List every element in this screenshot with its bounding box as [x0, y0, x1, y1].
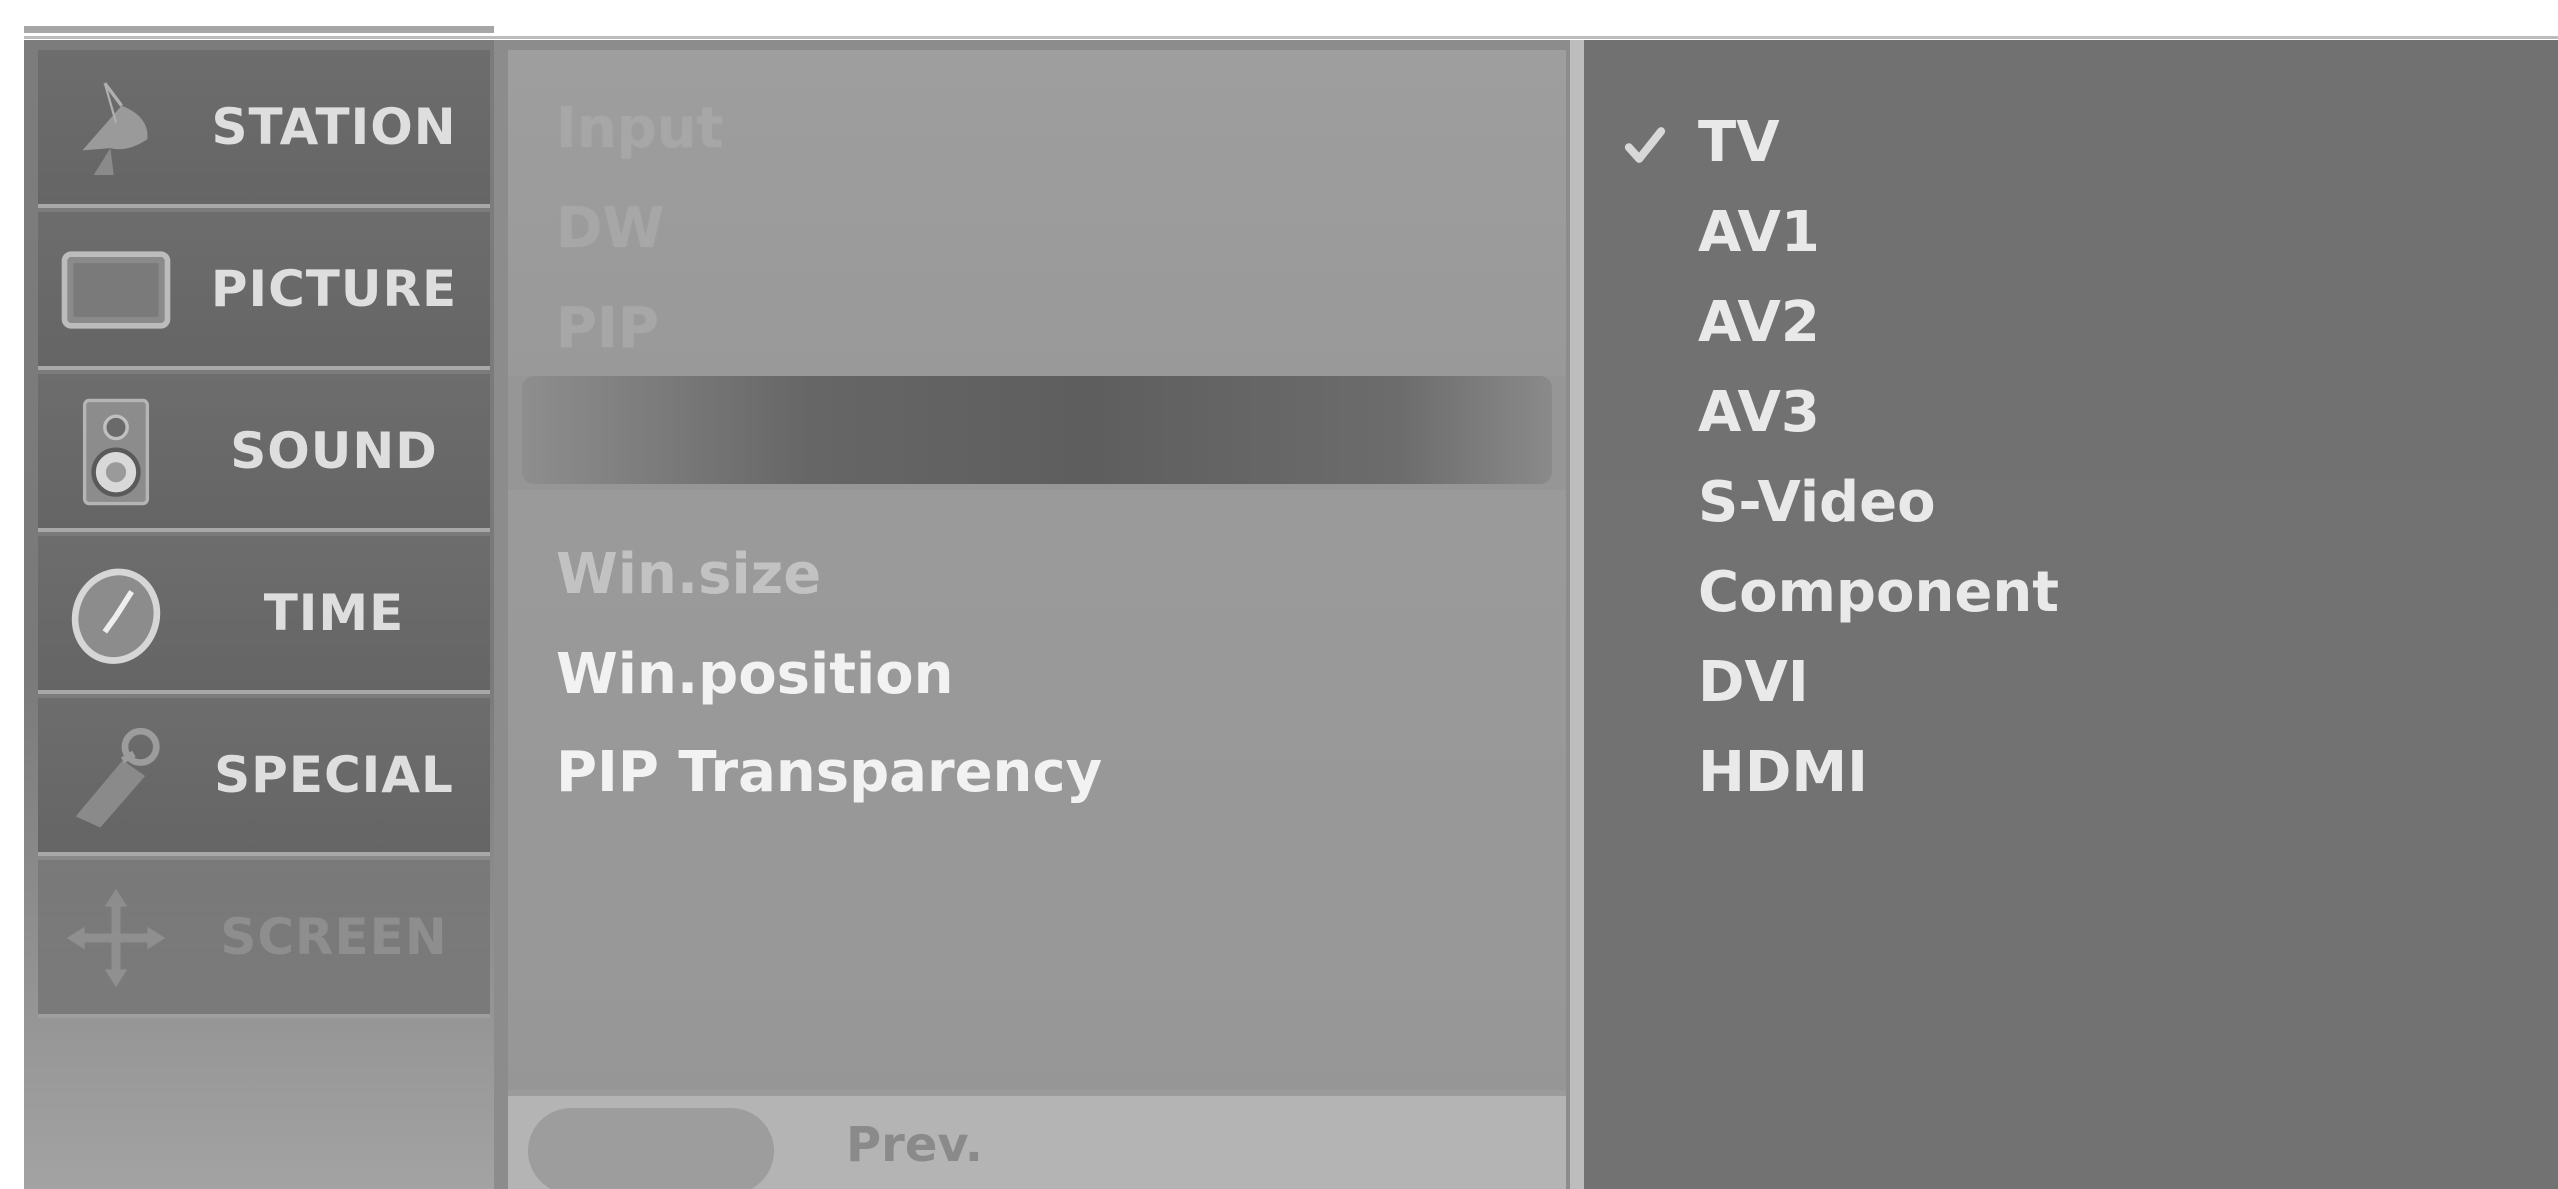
- submenu-panel: Input DW PIP Win.size Win.position PIP T…: [508, 50, 1566, 1189]
- category-special[interactable]: SPECIAL: [38, 698, 490, 856]
- category-picture[interactable]: PICTURE: [38, 212, 490, 370]
- tag-icon: [75, 727, 160, 828]
- input-options-panel: TV AV1 AV2 AV3 S-Video Component DVI HDM…: [1570, 40, 2558, 1189]
- submenu-top-area: Input DW PIP: [508, 50, 1566, 376]
- category-screen: SCREEN: [38, 860, 490, 1018]
- tv-osd-screen: STATION PICTURE SOUND TIME SPECIAL SCREE…: [0, 0, 2558, 1189]
- category-label: SPECIAL: [214, 746, 454, 804]
- satellite-dish-icon: [82, 82, 148, 176]
- option-av3[interactable]: AV3: [1698, 380, 1820, 445]
- submenu-item-input: Input: [556, 96, 724, 161]
- option-av2[interactable]: AV2: [1698, 290, 1820, 355]
- category-column: STATION PICTURE SOUND TIME SPECIAL SCREE…: [24, 40, 494, 1189]
- category-time[interactable]: TIME: [38, 536, 490, 694]
- osd-menu: STATION PICTURE SOUND TIME SPECIAL SCREE…: [24, 40, 2558, 1189]
- option-component[interactable]: Component: [1698, 560, 2059, 625]
- category-label: STATION: [211, 98, 457, 156]
- top-border-line: [24, 36, 2558, 39]
- crosshair-arrows-icon: [66, 888, 166, 988]
- top-accent-line: [24, 26, 494, 33]
- prev-button[interactable]: [528, 1108, 774, 1189]
- option-s-video[interactable]: S-Video: [1698, 470, 1936, 535]
- category-sound[interactable]: SOUND: [38, 374, 490, 532]
- submenu-item-win-size: Win.size: [556, 542, 822, 607]
- category-label: SCREEN: [220, 908, 448, 966]
- tv-screen-icon: [61, 251, 171, 329]
- submenu-item-win-position[interactable]: Win.position: [556, 642, 954, 707]
- option-hdmi[interactable]: HDMI: [1698, 740, 1868, 805]
- option-tv[interactable]: TV: [1698, 110, 1780, 175]
- category-station[interactable]: STATION: [38, 50, 490, 208]
- selection-highlight-bar[interactable]: [522, 376, 1552, 484]
- submenu-bottom-area: Win.size Win.position PIP Transparency: [508, 490, 1566, 1070]
- submenu-item-pip: PIP: [556, 296, 659, 361]
- submenu-item-pip-transparency[interactable]: PIP Transparency: [556, 740, 1102, 805]
- submenu-item-dw: DW: [556, 196, 665, 261]
- checkmark-icon: [1624, 127, 1666, 163]
- prev-label: Prev.: [846, 1117, 984, 1173]
- category-label: SOUND: [230, 422, 438, 480]
- option-av1[interactable]: AV1: [1698, 200, 1820, 265]
- clock-icon: [71, 568, 161, 664]
- option-dvi[interactable]: DVI: [1698, 650, 1809, 715]
- category-label: TIME: [263, 584, 405, 642]
- category-label: PICTURE: [210, 260, 458, 318]
- submenu-footer: Prev.: [508, 1090, 1566, 1189]
- speaker-icon: [82, 398, 150, 506]
